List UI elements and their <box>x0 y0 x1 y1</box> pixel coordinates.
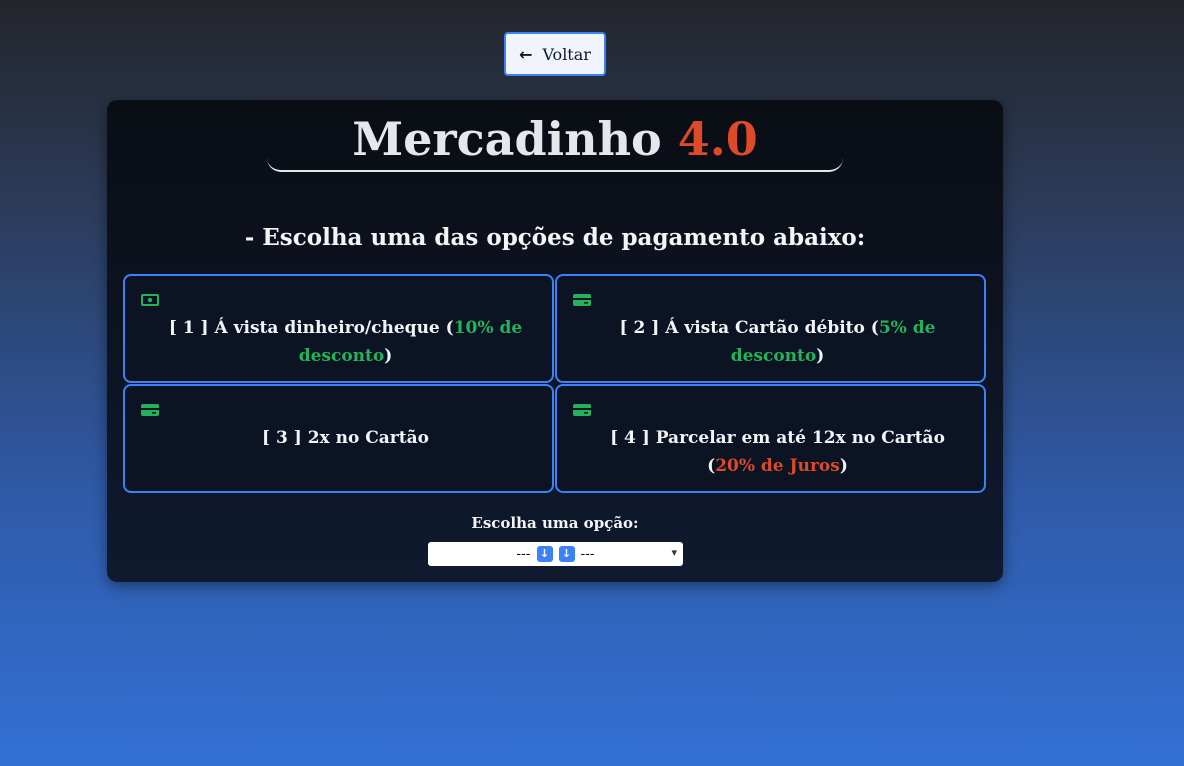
option-3-prefix: [ 3 ] 2x no Cartão <box>262 428 429 448</box>
payment-option-2-label: [ 2 ] Á vista Cartão débito (5% de desco… <box>587 314 968 370</box>
arrow-down-icon: ↓ <box>558 546 575 562</box>
payment-option-select[interactable]: --- ↓ ↓ --- ▾ <box>428 542 683 566</box>
payment-option-3[interactable]: [ 3 ] 2x no Cartão <box>123 384 554 493</box>
credit-card-icon <box>141 404 159 416</box>
payment-option-1[interactable]: [ 1 ] Á vista dinheiro/cheque (10% de de… <box>123 274 554 383</box>
option-1-suffix: ) <box>384 346 393 366</box>
choose-option-label: Escolha uma opção: <box>471 514 639 532</box>
payment-panel: Mercadinho 4.0 - Escolha uma das opções … <box>107 100 1003 582</box>
option-1-prefix: [ 1 ] Á vista dinheiro/cheque ( <box>168 318 454 338</box>
payment-option-1-label: [ 1 ] Á vista dinheiro/cheque (10% de de… <box>155 314 536 370</box>
select-value-right: --- <box>580 546 595 562</box>
payment-option-4[interactable]: [ 4 ] Parcelar em até 12x no Cartão (20%… <box>555 384 986 493</box>
select-value-left: --- <box>516 546 531 562</box>
credit-card-icon <box>573 404 591 416</box>
option-2-suffix: ) <box>816 346 825 366</box>
option-4-interest: 20% de Juros <box>715 456 840 476</box>
chevron-down-icon: ▾ <box>671 546 677 559</box>
page-title: Mercadinho 4.0 <box>267 106 843 172</box>
back-button-label: Voltar <box>542 44 591 64</box>
title-main: Mercadinho <box>352 112 662 166</box>
payment-option-3-label: [ 3 ] 2x no Cartão <box>155 424 536 452</box>
payment-instructions: - Escolha uma das opções de pagamento ab… <box>244 224 866 251</box>
arrow-left-icon: ← <box>519 44 533 64</box>
payment-option-4-label: [ 4 ] Parcelar em até 12x no Cartão (20%… <box>587 424 968 480</box>
option-2-prefix: [ 2 ] Á vista Cartão débito ( <box>619 318 879 338</box>
payment-option-2[interactable]: [ 2 ] Á vista Cartão débito (5% de desco… <box>555 274 986 383</box>
money-bill-icon <box>141 294 159 306</box>
back-button[interactable]: ← Voltar <box>504 32 606 76</box>
title-version: 4.0 <box>677 112 758 166</box>
option-4-suffix: ) <box>839 456 848 476</box>
arrow-down-icon: ↓ <box>536 546 553 562</box>
credit-card-icon <box>573 294 591 306</box>
